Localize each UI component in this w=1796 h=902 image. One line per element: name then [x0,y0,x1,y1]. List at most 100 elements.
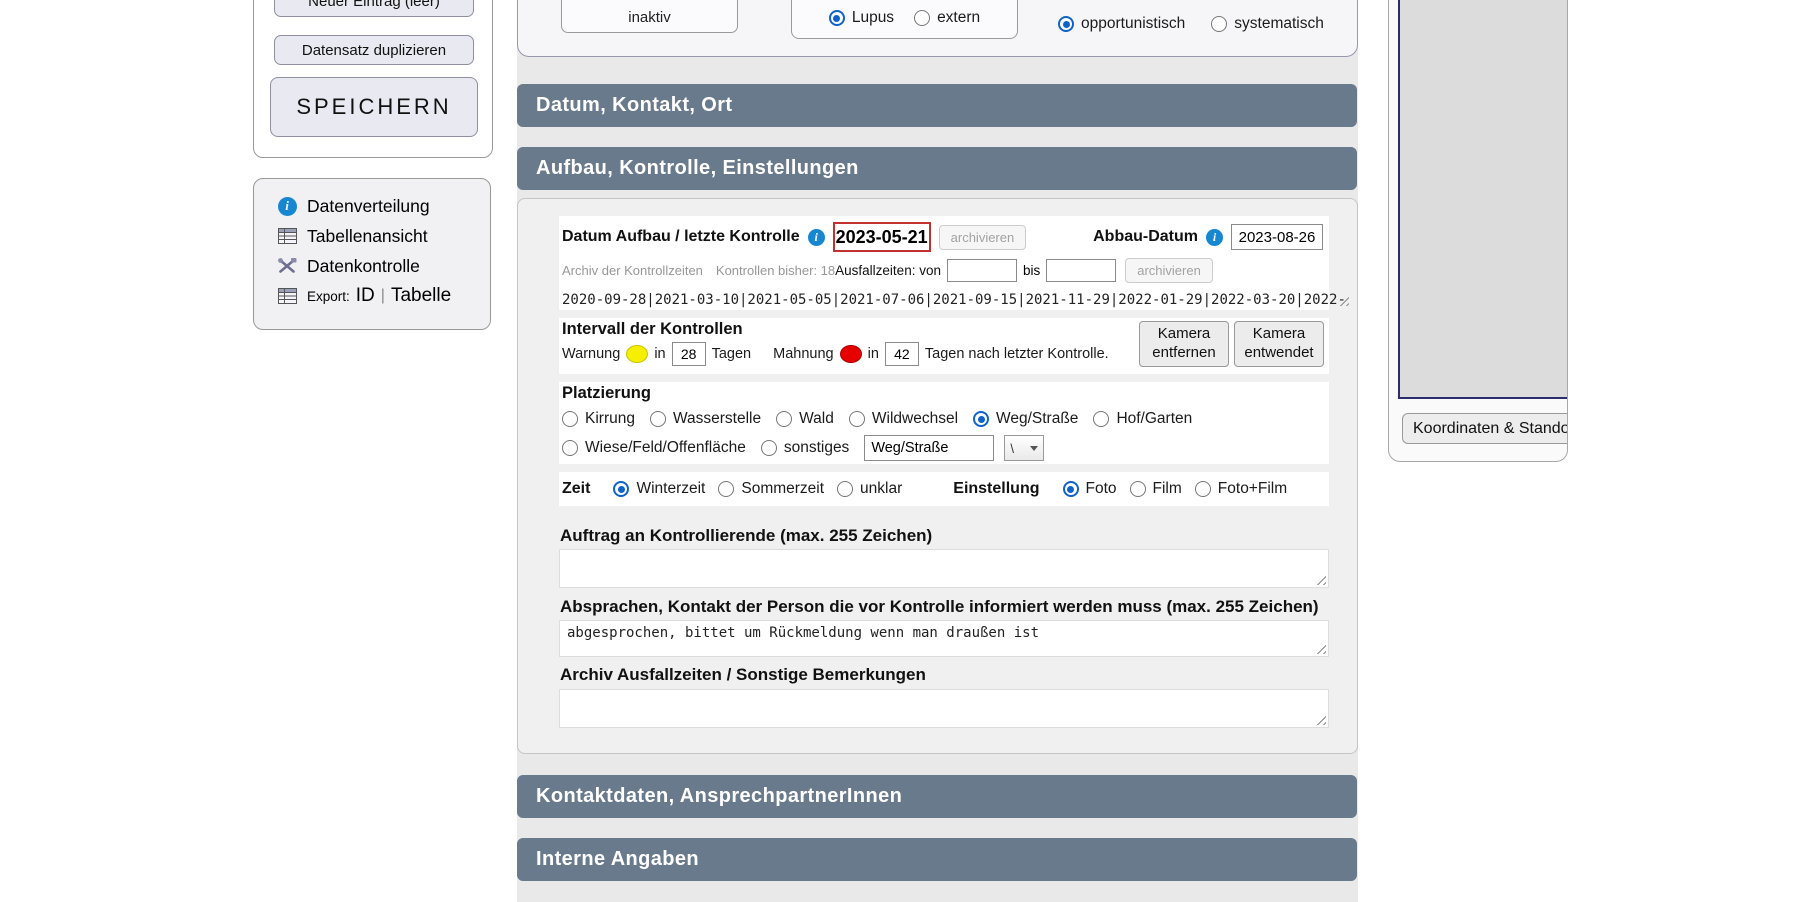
menu-item-tabellenansicht[interactable]: Tabellenansicht [276,221,490,251]
nav-menu: Datenverteilung Tabellenansicht Datenkon… [254,179,490,311]
radio-icon [718,481,734,497]
table-icon [276,288,298,304]
teardown-date-label: Abbau-Datum [1093,228,1198,246]
teardown-date-input[interactable] [1231,224,1323,250]
absprachen-label: Absprachen, Kontakt der Person die vor K… [560,597,1319,617]
radio-opportunistisch[interactable]: opportunistisch [1058,15,1185,33]
menu-label: Datenverteilung [307,196,430,217]
archiv-bemerkungen-textarea-wrap [559,689,1329,728]
setup-date-input[interactable] [833,222,931,252]
radio-label: Weg/Straße [996,410,1078,428]
days-label: Tagen [712,346,752,362]
setup-date-label: Datum Aufbau / letzte Kontrolle [562,228,800,246]
radio-kirrung[interactable]: Kirrung [562,410,635,428]
downtime-from-input[interactable] [947,259,1017,282]
info-icon [276,197,298,216]
radio-label: Wiese/Feld/Offenfläche [585,439,746,457]
reminder-dot-icon [840,345,862,363]
radio-label: Film [1153,480,1182,498]
menu-item-datenverteilung[interactable]: Datenverteilung [276,191,490,221]
radio-icon [650,411,666,427]
radio-winterzeit[interactable]: Winterzeit [613,480,705,498]
warning-days-input[interactable] [672,342,706,366]
radio-sonstiges[interactable]: sonstiges [761,439,849,457]
radio-extern[interactable]: extern [914,9,980,27]
placement-row-1: Kirrung Wasserstelle Wald Wildwechsel We… [562,410,1326,428]
placement-other-input[interactable] [864,435,994,461]
absprachen-textarea[interactable]: abgesprochen, bittet um Rückmeldung wenn… [560,621,1328,656]
radio-unklar[interactable]: unklar [837,480,902,498]
radio-weg-strasse[interactable]: Weg/Straße [973,410,1078,428]
duplicate-record-button[interactable]: Datensatz duplizieren [274,35,474,65]
info-icon[interactable] [808,229,825,246]
radio-foto[interactable]: Foto [1063,480,1117,498]
warning-label: Warnung [562,346,620,362]
aufbau-section-panel: Datum Aufbau / letzte Kontrolle archivie… [517,198,1358,754]
tools-icon [276,257,298,275]
map-placeholder[interactable] [1398,0,1568,399]
radio-wildwechsel[interactable]: Wildwechsel [849,410,958,428]
radio-icon [837,481,853,497]
section-header-datum-kontakt-ort[interactable]: Datum, Kontakt, Ort [517,84,1357,127]
archiv-bemerkungen-textarea[interactable] [560,690,1328,727]
archive-date-button[interactable]: archivieren [939,225,1027,250]
radio-wasserstelle[interactable]: Wasserstelle [650,410,761,428]
save-button[interactable]: SPEICHERN [270,77,478,137]
reminder-label: Mahnung [773,346,833,362]
radio-sommerzeit[interactable]: Sommerzeit [718,480,824,498]
radio-icon [1211,16,1227,32]
radio-icon [1195,481,1211,497]
section-header-aufbau-kontrolle[interactable]: Aufbau, Kontrolle, Einstellungen [517,147,1357,190]
radio-icon [1130,481,1146,497]
downtime-to-input[interactable] [1046,259,1116,282]
setup-date-row: Datum Aufbau / letzte Kontrolle archivie… [562,220,1323,254]
record-actions-panel: Neuer Eintrag (leer) Datensatz duplizier… [253,0,493,158]
radio-wald[interactable]: Wald [776,410,834,428]
menu-label: Tabellenansicht [307,226,428,247]
warning-dot-icon [626,345,648,363]
chevron-down-icon [1030,446,1038,451]
camera-remove-button[interactable]: Kamera entfernen [1139,321,1229,367]
radio-film[interactable]: Film [1130,480,1182,498]
inactive-button[interactable]: inaktiv [561,0,738,33]
radio-label: extern [937,9,980,27]
radio-icon [776,411,792,427]
auftrag-textarea[interactable] [560,550,1328,587]
radio-systematisch[interactable]: systematisch [1211,15,1324,33]
archive-downtime-button[interactable]: archivieren [1125,258,1213,283]
table-icon [276,228,298,244]
radio-label: Winterzeit [636,480,705,498]
radio-hof-garten[interactable]: Hof/Garten [1093,410,1192,428]
time-settings-group: Zeit Winterzeit Sommerzeit unklar Einste… [559,472,1329,506]
radio-label: systematisch [1234,15,1324,33]
export-id-link[interactable]: ID [356,285,375,307]
downtime-row: Archiv der Kontrollzeiten Kontrollen bis… [562,257,1323,283]
radio-lupus[interactable]: Lupus [829,9,894,27]
einstellung-title: Einstellung [953,480,1039,498]
radio-label: Wildwechsel [872,410,958,428]
coordinates-location-button[interactable]: Koordinaten & Standort [1402,413,1568,444]
reminder-days-input[interactable] [885,342,919,366]
after-last-control-label: Tagen nach letzter Kontrolle. [925,346,1109,362]
radio-label: Kirrung [585,410,635,428]
placement-row-2: Wiese/Feld/Offenfläche sonstiges \ [562,435,1326,461]
radio-wiese-feld-offenflaeche[interactable]: Wiese/Feld/Offenfläche [562,439,746,457]
radio-selected-icon [1063,481,1079,497]
archive-times-link[interactable]: Archiv der Kontrollzeiten [562,263,703,278]
camera-stolen-button[interactable]: Kamera entwendet [1234,321,1324,367]
new-entry-button[interactable]: Neuer Eintrag (leer) [274,0,474,17]
export-table-link[interactable]: Tabelle [391,285,451,307]
source-radio-group: Lupus extern [791,0,1018,39]
radio-icon [849,411,865,427]
section-header-interne-angaben[interactable]: Interne Angaben [517,838,1357,881]
placement-title: Platzierung [562,384,1326,403]
radio-icon [1093,411,1109,427]
radio-foto-film[interactable]: Foto+Film [1195,480,1287,498]
section-header-kontaktdaten[interactable]: Kontaktdaten, AnsprechpartnerInnen [517,775,1357,818]
menu-item-datenkontrolle[interactable]: Datenkontrolle [276,251,490,281]
control-dates-list: 2020-09-28|2021-03-10|2021-05-05|2021-07… [562,292,1346,308]
archiv-bemerkungen-label: Archiv Ausfallzeiten / Sonstige Bemerkun… [560,665,926,685]
status-panel: inaktiv Lupus extern opportunistisch sys… [517,0,1358,57]
placement-dropdown[interactable]: \ [1004,435,1044,461]
info-icon[interactable] [1206,229,1223,246]
